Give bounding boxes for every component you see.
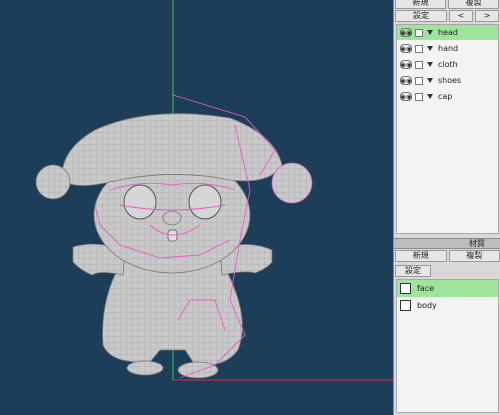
- object-name: cloth: [438, 60, 458, 69]
- object-row-cap[interactable]: ◉◉ cap: [397, 89, 498, 105]
- expand-triangle-icon[interactable]: [427, 78, 433, 83]
- material-name: face: [417, 284, 435, 293]
- object-row-shoes[interactable]: ◉◉ shoes: [397, 73, 498, 89]
- visibility-eye-icon[interactable]: ◉◉: [400, 76, 412, 85]
- expand-triangle-icon[interactable]: [427, 46, 433, 51]
- lock-checkbox[interactable]: [415, 76, 423, 85]
- object-row-cloth[interactable]: ◉◉ cloth: [397, 57, 498, 73]
- object-name: shoes: [438, 76, 462, 85]
- side-panel: 新規 複製 設定 < > ◉◉ head ◉◉ hand ◉◉ cloth ◉◉: [393, 0, 500, 415]
- character-model: [35, 113, 313, 379]
- lock-checkbox[interactable]: [415, 28, 423, 37]
- object-name: hand: [438, 44, 459, 53]
- material-swatch[interactable]: [400, 300, 411, 311]
- prev-button[interactable]: <: [449, 10, 473, 22]
- object-name: cap: [438, 92, 453, 101]
- lock-checkbox[interactable]: [415, 44, 423, 53]
- visibility-eye-icon[interactable]: ◉◉: [400, 28, 412, 37]
- expand-triangle-icon[interactable]: [427, 94, 433, 99]
- expand-triangle-icon[interactable]: [427, 30, 433, 35]
- visibility-eye-icon[interactable]: ◉◉: [400, 60, 412, 69]
- expand-triangle-icon[interactable]: [427, 62, 433, 67]
- new-material-button[interactable]: 新規: [395, 250, 447, 262]
- material-swatch[interactable]: [400, 283, 411, 294]
- lock-checkbox[interactable]: [415, 92, 423, 101]
- new-object-button[interactable]: 新規: [395, 0, 446, 9]
- object-row-head[interactable]: ◉◉ head: [397, 25, 498, 41]
- object-name: head: [438, 28, 458, 37]
- copy-object-button[interactable]: 複製: [448, 0, 499, 9]
- object-settings-button[interactable]: 設定: [395, 10, 447, 22]
- copy-material-button[interactable]: 複製: [448, 250, 500, 262]
- material-panel-header: 材質: [394, 238, 500, 249]
- material-row-body[interactable]: body: [397, 297, 498, 314]
- visibility-eye-icon[interactable]: ◉◉: [400, 92, 412, 101]
- material-settings-button[interactable]: 設定: [395, 265, 431, 277]
- material-name: body: [417, 301, 437, 310]
- material-list: face body: [396, 279, 499, 413]
- lock-checkbox[interactable]: [415, 60, 423, 69]
- visibility-eye-icon[interactable]: ◉◉: [400, 44, 412, 53]
- object-row-hand[interactable]: ◉◉ hand: [397, 41, 498, 57]
- model-render: [35, 0, 393, 381]
- next-button[interactable]: >: [475, 10, 499, 22]
- object-list: ◉◉ head ◉◉ hand ◉◉ cloth ◉◉ shoes ◉◉ cap: [396, 24, 499, 234]
- material-row-face[interactable]: face: [397, 280, 498, 297]
- 3d-viewport[interactable]: [0, 0, 393, 415]
